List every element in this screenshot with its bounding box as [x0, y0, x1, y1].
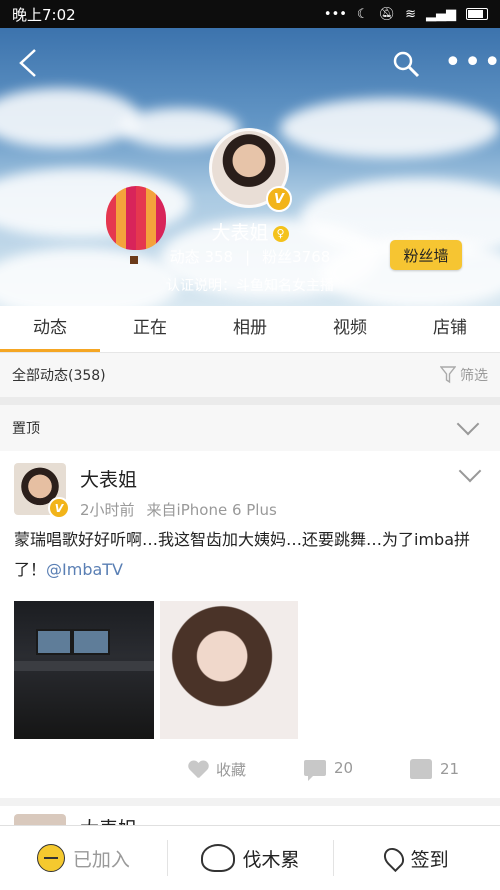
verified-badge-icon: V [48, 497, 70, 519]
status-time: 晚上7:02 [12, 5, 76, 24]
post-time: 2小时前 [80, 501, 135, 519]
more-options-icon[interactable]: ••• [444, 48, 500, 78]
all-posts-label[interactable]: 全部动态(358) [12, 365, 106, 385]
tab-shop[interactable]: 店铺 [400, 306, 500, 352]
filter-label: 筛选 [460, 368, 488, 384]
community-label: 伐木累 [242, 848, 300, 871]
pinned-label: 置顶 [12, 421, 40, 437]
like-button[interactable]: 21 [410, 759, 459, 779]
wifi-icon: ≋ [405, 6, 416, 22]
pinned-section[interactable]: 置顶 [0, 405, 500, 451]
profile-name: 大表姐 [211, 222, 269, 244]
post-image-studio[interactable] [14, 601, 154, 739]
post-meta: 2小时前 来自iPhone 6 Plus [80, 499, 277, 520]
favorite-label: 收藏 [216, 761, 247, 779]
favorite-button[interactable]: 收藏 [188, 759, 246, 780]
fans-wall-button[interactable]: 粉丝墙 [390, 240, 462, 270]
signal-icon: ▂▄▆ [426, 6, 456, 22]
more-dots-icon: ••• [323, 6, 347, 22]
post-image-selfie[interactable] [160, 601, 298, 739]
fans-count[interactable]: 粉丝3768 [262, 248, 330, 266]
post-actions: 收藏 20 21 [0, 751, 500, 787]
status-bar: 晚上7:02 ••• ☾ 🔕︎ ≋ ▂▄▆ [0, 0, 500, 28]
joined-label: 已加入 [72, 848, 130, 871]
tab-live[interactable]: 正在 [100, 306, 200, 352]
location-pin-icon [379, 843, 408, 873]
search-icon[interactable] [392, 50, 420, 78]
stats-divider: | [245, 248, 251, 266]
profile-tabs: 动态 正在 相册 视频 店铺 [0, 306, 500, 353]
tab-videos[interactable]: 视频 [300, 306, 400, 352]
back-arrow-icon[interactable] [18, 48, 38, 78]
status-icons: ••• ☾ 🔕︎ ≋ ▂▄▆ [324, 7, 488, 22]
joined-button[interactable]: 已加入 [0, 826, 167, 890]
comment-button[interactable]: 20 [304, 759, 354, 781]
filter-button[interactable]: 筛选 [440, 365, 488, 385]
comment-icon [304, 760, 326, 781]
post-menu-chevron-icon[interactable] [458, 459, 482, 483]
verified-badge-icon: V [266, 186, 292, 212]
post-card: V 大表姐 2小时前 来自iPhone 6 Plus 蒙瑞唱歌好好听啊…我这智齿加… [0, 451, 500, 798]
heart-icon [188, 761, 208, 779]
post-author-name[interactable]: 大表姐 [80, 465, 137, 492]
post-text: 蒙瑞唱歌好好听啊…我这智齿加大姨妈…还要跳舞…为了imba拼了！@ImbaTV [14, 525, 484, 585]
community-button[interactable]: 伐木累 [166, 826, 334, 890]
chevron-down-icon[interactable] [456, 412, 480, 436]
post-source: 来自iPhone 6 Plus [146, 501, 277, 519]
comment-count: 20 [334, 759, 354, 777]
female-gender-icon: ♀ [272, 225, 289, 242]
filter-row: 全部动态(358) 筛选 [0, 353, 500, 397]
battery-icon [466, 8, 488, 20]
mention-link[interactable]: @ImbaTV [46, 560, 123, 579]
funnel-icon [440, 366, 456, 384]
thumbs-up-icon [410, 759, 432, 779]
moon-icon: ☾ [356, 6, 369, 22]
checkin-label: 签到 [410, 848, 449, 871]
tab-albums[interactable]: 相册 [200, 306, 300, 352]
posts-count[interactable]: 动态 358 [170, 248, 233, 266]
joined-icon [36, 844, 65, 872]
tab-posts[interactable]: 动态 [0, 306, 100, 352]
pet-face-icon [200, 844, 235, 872]
bottom-bar: 已加入 伐木累 签到 [0, 825, 500, 890]
mute-bell-icon: 🔕︎ [378, 6, 396, 22]
certification-text: 认证说明：斗鱼知名女主播 [166, 278, 334, 294]
checkin-button[interactable]: 签到 [333, 826, 500, 890]
like-count: 21 [440, 760, 460, 778]
